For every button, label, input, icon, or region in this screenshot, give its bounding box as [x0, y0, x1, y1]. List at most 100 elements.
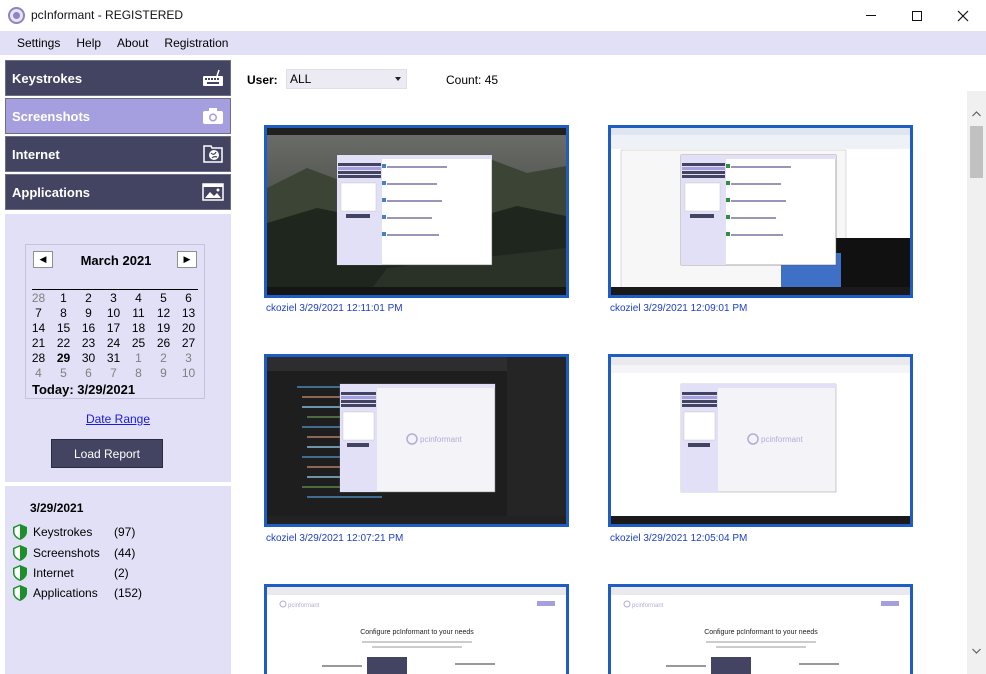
- calendar-day[interactable]: 22: [51, 336, 76, 351]
- calendar-day[interactable]: 8: [51, 306, 76, 321]
- calendar-day[interactable]: 28: [26, 351, 51, 366]
- calendar-next-button[interactable]: ▶: [177, 251, 197, 268]
- menu-about[interactable]: About: [109, 36, 156, 50]
- calendar-day[interactable]: 11: [126, 306, 151, 321]
- calendar-day[interactable]: 3: [176, 351, 201, 366]
- calendar-day[interactable]: 24: [101, 336, 126, 351]
- calendar-day[interactable]: 30: [76, 351, 101, 366]
- title-bar: pcInformant - REGISTERED: [0, 0, 986, 31]
- date-range-link[interactable]: Date Range: [5, 412, 231, 426]
- sidebar: Keystrokes Screenshots Internet Applicat…: [0, 55, 236, 674]
- screenshot-thumbnail[interactable]: pcinformant: [608, 354, 913, 527]
- calendar-day[interactable]: 8: [126, 366, 151, 381]
- summary-panel: 3/29/2021 Keystrokes (97) Screenshots (4…: [5, 486, 231, 674]
- maximize-icon: [912, 10, 922, 21]
- calendar-day-selected[interactable]: 29: [51, 351, 76, 366]
- calendar-day[interactable]: 10: [101, 306, 126, 321]
- calendar-day[interactable]: 7: [101, 366, 126, 381]
- nav-internet[interactable]: Internet: [5, 136, 231, 172]
- minimize-button[interactable]: [848, 0, 894, 31]
- calendar-day[interactable]: 2: [151, 351, 176, 366]
- calendar-day[interactable]: 2: [76, 291, 101, 306]
- menu-help[interactable]: Help: [68, 36, 109, 50]
- screenshot-image: pcinformant Configure pcInformant to you…: [267, 587, 566, 674]
- screenshot-image: pcinformant: [611, 357, 910, 524]
- scroll-up-button[interactable]: [967, 105, 986, 122]
- screenshot-caption[interactable]: ckoziel 3/29/2021 12:05:04 PM: [610, 533, 747, 544]
- screenshot-caption[interactable]: ckoziel 3/29/2021 12:09:01 PM: [610, 303, 747, 314]
- calendar-day[interactable]: 6: [76, 366, 101, 381]
- summary-date: 3/29/2021: [30, 501, 84, 515]
- calendar-week: 14 15 16 17 18 19 20: [26, 321, 201, 336]
- month-calendar[interactable]: ◀ March 2021 ▶ 28 1 2 3 4 5 6 7 8 9 10 1…: [25, 244, 205, 399]
- calendar-day[interactable]: 12: [151, 306, 176, 321]
- calendar-day[interactable]: 18: [126, 321, 151, 336]
- thumb-configure-heading: Configure pcInformant to your needs: [704, 629, 818, 636]
- summary-count: (152): [114, 586, 143, 600]
- calendar-day[interactable]: 20: [176, 321, 201, 336]
- shield-check-icon: [13, 585, 27, 601]
- calendar-day[interactable]: 13: [176, 306, 201, 321]
- calendar-day[interactable]: 7: [26, 306, 51, 321]
- menu-registration[interactable]: Registration: [156, 36, 236, 50]
- screenshot-thumbnail[interactable]: pcinformant: [264, 354, 569, 527]
- calendar-day[interactable]: 9: [76, 306, 101, 321]
- calendar-day[interactable]: 4: [126, 291, 151, 306]
- calendar-day[interactable]: 27: [176, 336, 201, 351]
- screenshot-caption[interactable]: ckoziel 3/29/2021 12:07:21 PM: [266, 533, 403, 544]
- vertical-scrollbar[interactable]: [967, 91, 986, 674]
- calendar-today-label[interactable]: Today: 3/29/2021: [32, 382, 135, 397]
- calendar-day[interactable]: 5: [151, 291, 176, 306]
- chevron-down-icon: [972, 648, 981, 654]
- nav-screenshots[interactable]: Screenshots: [5, 98, 231, 134]
- chevron-right-icon: ▶: [183, 254, 191, 264]
- screenshot-thumbnail[interactable]: pcinformant Configure pcInformant to you…: [264, 584, 569, 674]
- shield-check-icon: [13, 545, 27, 561]
- calendar-panel: ◀ March 2021 ▶ 28 1 2 3 4 5 6 7 8 9 10 1…: [5, 214, 231, 482]
- calendar-day[interactable]: 17: [101, 321, 126, 336]
- thumb-logo-text: pcinformant: [632, 603, 664, 609]
- calendar-prev-button[interactable]: ◀: [33, 251, 53, 268]
- calendar-day[interactable]: 14: [26, 321, 51, 336]
- screenshot-caption[interactable]: ckoziel 3/29/2021 12:11:01 PM: [266, 303, 403, 314]
- load-report-button[interactable]: Load Report: [51, 439, 163, 468]
- calendar-day[interactable]: 1: [51, 291, 76, 306]
- calendar-day[interactable]: 10: [176, 366, 201, 381]
- maximize-button[interactable]: [894, 0, 940, 31]
- user-dropdown-value: ALL: [290, 72, 312, 86]
- calendar-day[interactable]: 21: [26, 336, 51, 351]
- menu-settings[interactable]: Settings: [9, 36, 68, 50]
- calendar-day[interactable]: 5: [51, 366, 76, 381]
- calendar-day[interactable]: 19: [151, 321, 176, 336]
- calendar-week: 21 22 23 24 25 26 27: [26, 336, 201, 351]
- calendar-day[interactable]: 9: [151, 366, 176, 381]
- calendar-day[interactable]: 3: [101, 291, 126, 306]
- summary-count: (97): [114, 525, 136, 539]
- screenshot-thumbnail[interactable]: [264, 125, 569, 298]
- keyboard-icon: [203, 69, 223, 86]
- calendar-day[interactable]: 16: [76, 321, 101, 336]
- nav-applications[interactable]: Applications: [5, 174, 231, 210]
- nav-screenshots-label: Screenshots: [12, 108, 91, 124]
- screenshot-thumbnail[interactable]: pcinformant Configure pcInformant to you…: [608, 584, 913, 674]
- user-dropdown[interactable]: ALL: [286, 69, 407, 89]
- screenshot-thumbnail[interactable]: [608, 125, 913, 298]
- calendar-day[interactable]: 4: [26, 366, 51, 381]
- calendar-day[interactable]: 6: [176, 291, 201, 306]
- scroll-thumb[interactable]: [970, 126, 983, 178]
- summary-label: Applications: [33, 586, 98, 600]
- calendar-day[interactable]: 15: [51, 321, 76, 336]
- calendar-day[interactable]: 25: [126, 336, 151, 351]
- calendar-day[interactable]: 26: [151, 336, 176, 351]
- calendar-grid: 28 1 2 3 4 5 6 7 8 9 10 11 12 13 14 15 1…: [26, 291, 201, 381]
- scroll-down-button[interactable]: [967, 642, 986, 659]
- globe-icon: [203, 145, 223, 163]
- screenshot-image: [267, 128, 566, 295]
- calendar-day[interactable]: 28: [26, 291, 51, 306]
- calendar-day[interactable]: 31: [101, 351, 126, 366]
- nav-keystrokes[interactable]: Keystrokes: [5, 60, 231, 96]
- calendar-day[interactable]: 23: [76, 336, 101, 351]
- camera-icon: [203, 108, 223, 124]
- calendar-day[interactable]: 1: [126, 351, 151, 366]
- close-button[interactable]: [940, 0, 986, 31]
